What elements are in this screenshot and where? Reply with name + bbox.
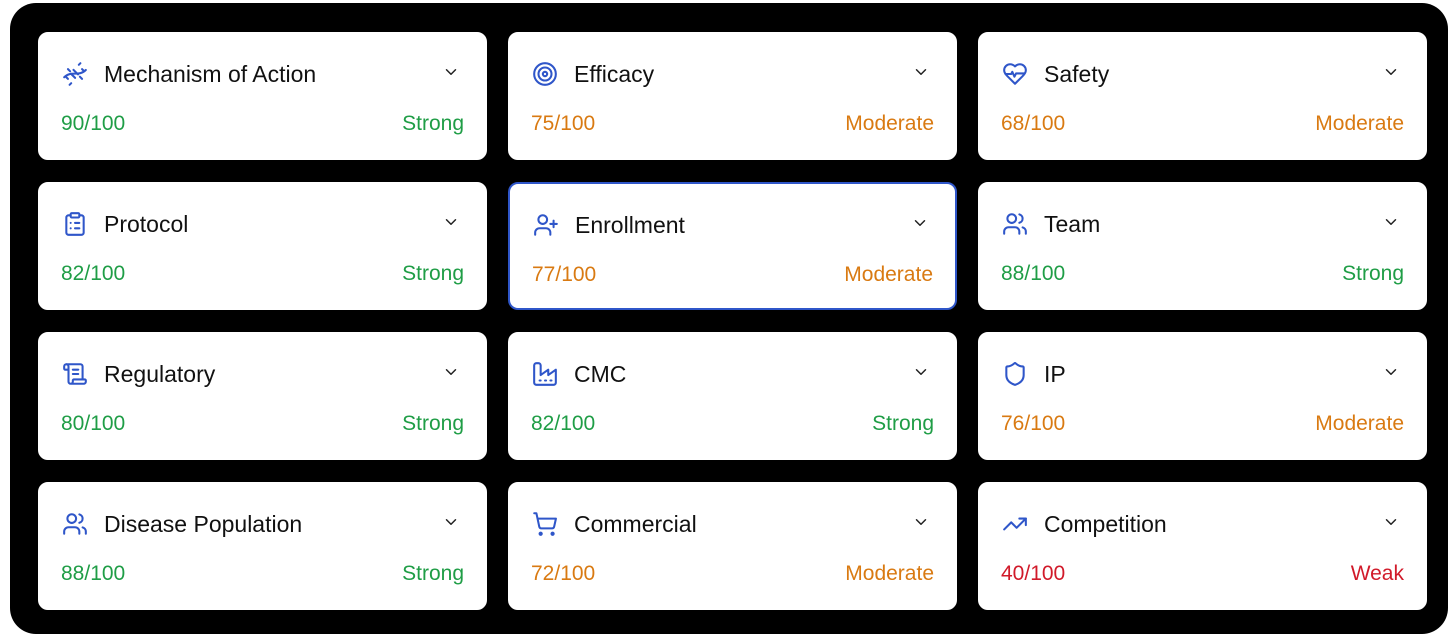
shield-icon (1001, 360, 1029, 388)
card-mechanism-of-action[interactable]: Mechanism of Action 90/100 Strong (38, 32, 487, 160)
card-score: 88/100 (1001, 262, 1066, 285)
card-title: CMC (574, 361, 627, 387)
card-team[interactable]: Team 88/100 Strong (978, 182, 1427, 310)
card-efficacy[interactable]: Efficacy 75/100 Moderate (508, 32, 957, 160)
card-commercial[interactable]: Commercial 72/100 Moderate (508, 482, 957, 610)
card-competition[interactable]: Competition 40/100 Weak (978, 482, 1427, 610)
card-score: 82/100 (531, 412, 596, 435)
score-panel: Mechanism of Action 90/100 Strong Effica… (10, 3, 1448, 634)
card-title: Enrollment (575, 212, 685, 238)
card-rating: Moderate (844, 263, 933, 286)
card-title: Competition (1044, 511, 1167, 537)
chevron-down-icon[interactable] (912, 513, 930, 531)
chevron-down-icon[interactable] (1382, 513, 1400, 531)
chevron-down-icon[interactable] (442, 63, 460, 81)
factory-icon (531, 360, 559, 388)
card-score: 72/100 (531, 562, 596, 585)
card-rating: Strong (402, 112, 464, 135)
card-score: 76/100 (1001, 412, 1066, 435)
card-regulatory[interactable]: Regulatory 80/100 Strong (38, 332, 487, 460)
card-rating: Strong (402, 412, 464, 435)
target-icon (531, 60, 559, 88)
chevron-down-icon[interactable] (1382, 363, 1400, 381)
card-rating: Strong (872, 412, 934, 435)
chevron-down-icon[interactable] (1382, 213, 1400, 231)
user-plus-icon (532, 211, 560, 239)
chevron-down-icon[interactable] (912, 363, 930, 381)
card-title: Safety (1044, 61, 1110, 87)
chevron-down-icon[interactable] (1382, 63, 1400, 81)
card-title: Commercial (574, 511, 697, 537)
card-rating: Moderate (1315, 412, 1404, 435)
card-score: 75/100 (531, 112, 596, 135)
card-safety[interactable]: Safety 68/100 Moderate (978, 32, 1427, 160)
card-rating: Strong (402, 562, 464, 585)
card-score: 88/100 (61, 562, 126, 585)
card-score: 82/100 (61, 262, 126, 285)
card-ip[interactable]: IP 76/100 Moderate (978, 332, 1427, 460)
card-score: 77/100 (532, 263, 597, 286)
card-rating: Strong (402, 262, 464, 285)
card-title: Mechanism of Action (104, 61, 317, 87)
card-title: Regulatory (104, 361, 216, 387)
card-rating: Weak (1350, 562, 1404, 585)
chevron-down-icon[interactable] (442, 363, 460, 381)
card-score: 90/100 (61, 112, 126, 135)
category-grid: Mechanism of Action 90/100 Strong Effica… (38, 32, 1428, 610)
card-title: Disease Population (104, 511, 303, 537)
card-rating: Strong (1342, 262, 1404, 285)
dna-icon (61, 60, 89, 88)
card-rating: Moderate (1315, 112, 1404, 135)
card-protocol[interactable]: Protocol 82/100 Strong (38, 182, 487, 310)
card-title: Team (1044, 211, 1101, 237)
card-title: IP (1044, 361, 1066, 387)
card-title: Protocol (104, 211, 189, 237)
trending-up-icon (1001, 510, 1029, 538)
card-title: Efficacy (574, 61, 655, 87)
users-icon (61, 510, 89, 538)
shopping-cart-icon (531, 510, 559, 538)
card-rating: Moderate (845, 562, 934, 585)
card-rating: Moderate (845, 112, 934, 135)
heart-pulse-icon (1001, 60, 1029, 88)
chevron-down-icon[interactable] (442, 513, 460, 531)
chevron-down-icon[interactable] (442, 213, 460, 231)
card-enrollment[interactable]: Enrollment 77/100 Moderate (508, 182, 957, 310)
chevron-down-icon[interactable] (912, 63, 930, 81)
card-cmc[interactable]: CMC 82/100 Strong (508, 332, 957, 460)
clipboard-list-icon (61, 210, 89, 238)
card-disease-population[interactable]: Disease Population 88/100 Strong (38, 482, 487, 610)
chevron-down-icon[interactable] (911, 214, 929, 232)
card-score: 68/100 (1001, 112, 1066, 135)
card-score: 80/100 (61, 412, 126, 435)
users-icon (1001, 210, 1029, 238)
card-score: 40/100 (1001, 562, 1066, 585)
scroll-icon (61, 360, 89, 388)
